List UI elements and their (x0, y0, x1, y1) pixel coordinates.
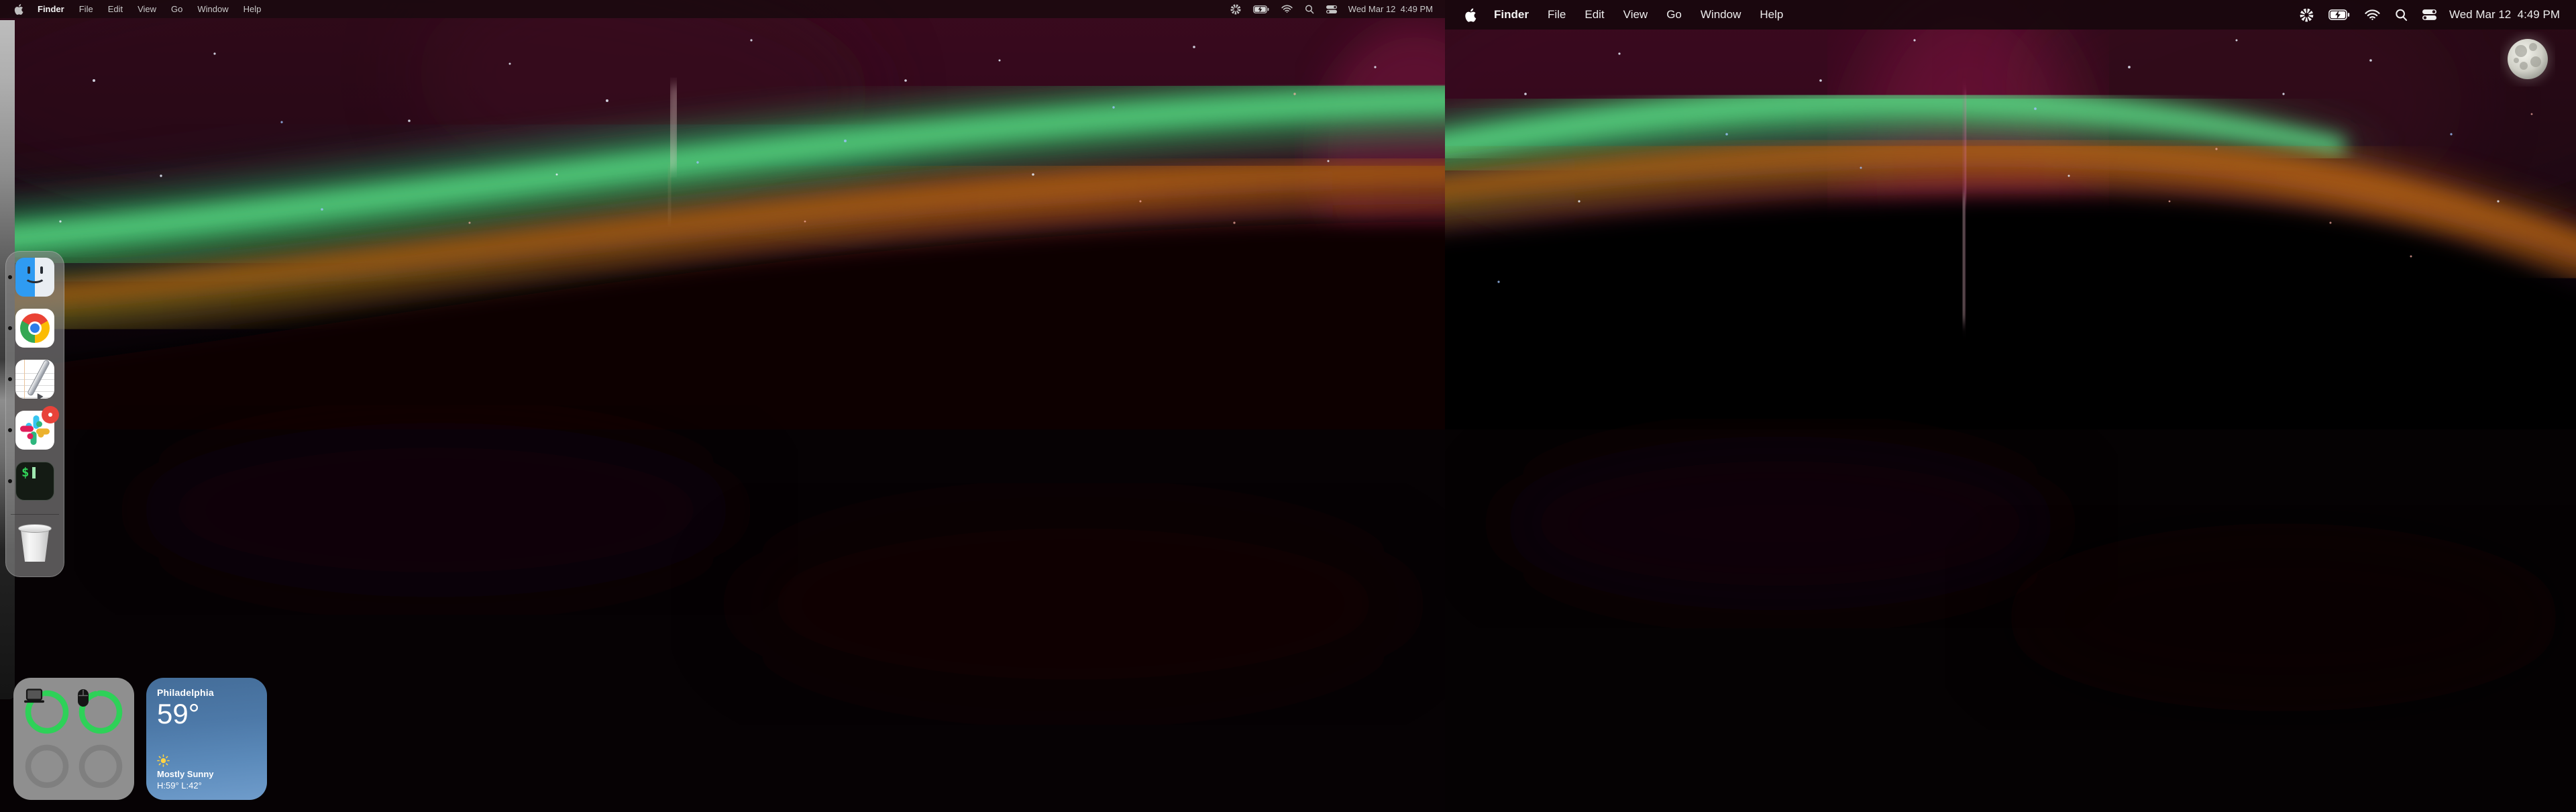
left-display: Finder File Edit View Go Window Help (0, 0, 1445, 812)
batteries-widget[interactable] (13, 678, 134, 800)
slack-notification-badge (42, 406, 59, 423)
control-center-icon[interactable] (1320, 5, 1343, 13)
terminal-icon: $ (15, 462, 54, 501)
menu-item-window[interactable]: Window (190, 4, 235, 14)
sun-icon (157, 754, 170, 767)
weather-widget[interactable]: Philadelphia 59° Mostly Sunny H:59° L:42… (146, 678, 267, 800)
running-indicator (8, 326, 12, 330)
terminal-prompt: $ (21, 465, 29, 480)
trash-icon (16, 524, 54, 563)
battery-ring-empty (23, 743, 70, 790)
chrome-icon (15, 309, 54, 348)
weather-high-low: H:59° L:42° (157, 780, 256, 791)
spotlight-search-icon[interactable] (1299, 5, 1320, 14)
terminal-cursor (32, 467, 36, 478)
sunburst-menu-icon[interactable] (1224, 4, 1247, 15)
battery-ring-mouse (77, 689, 124, 735)
apple-menu[interactable] (7, 3, 30, 15)
moon (2505, 36, 2551, 82)
menu-item-active-app[interactable]: Finder (30, 4, 72, 14)
dock-item-terminal[interactable]: $ (6, 462, 64, 501)
menu-bar-clock[interactable]: Wed Mar 12 4:49 PM (1343, 4, 1438, 14)
battery-ring-laptop (23, 689, 70, 735)
dock-item-chrome[interactable] (6, 309, 64, 348)
finder-icon (15, 258, 54, 297)
right-display: Finder File Edit View Go Window Help (1445, 0, 2576, 812)
desktop: Finder File Edit View Go Window Help (0, 0, 2576, 812)
menu-item-file[interactable]: File (1538, 8, 1575, 21)
dock-separator (11, 514, 59, 515)
dock-item-trash[interactable] (6, 524, 64, 563)
apple-logo-icon (13, 3, 23, 15)
slack-icon (15, 411, 54, 450)
menu-item-help[interactable]: Help (1750, 8, 1792, 21)
menu-item-go[interactable]: Go (164, 4, 190, 14)
menu-bar-left: Finder File Edit View Go Window Help (0, 0, 1445, 18)
menu-item-go[interactable]: Go (1657, 8, 1691, 21)
control-center-icon[interactable] (2415, 9, 2444, 20)
dock: $ (5, 251, 64, 577)
running-indicator (8, 275, 12, 279)
notes-icon (15, 360, 54, 399)
menu-item-window[interactable]: Window (1691, 8, 1750, 21)
menu-item-help[interactable]: Help (236, 4, 269, 14)
weather-condition: Mostly Sunny (157, 769, 256, 779)
weather-temperature: 59° (157, 699, 256, 729)
menu-item-view[interactable]: View (1614, 8, 1658, 21)
battery-charging-icon[interactable] (1247, 5, 1275, 13)
menu-bar-clock[interactable]: Wed Mar 12 4:49 PM (2444, 8, 2565, 21)
menu-item-edit[interactable]: Edit (101, 4, 130, 14)
dock-item-finder[interactable] (6, 258, 64, 297)
dock-item-slack[interactable] (6, 411, 64, 450)
aurora-wallpaper-right (1445, 0, 2576, 812)
dock-item-notes[interactable] (6, 360, 64, 399)
wifi-icon[interactable] (2357, 9, 2387, 21)
spotlight-search-icon[interactable] (2387, 9, 2415, 21)
menu-item-active-app[interactable]: Finder (1485, 8, 1538, 21)
battery-charging-icon[interactable] (2321, 9, 2357, 20)
menu-item-edit[interactable]: Edit (1575, 8, 1613, 21)
menu-item-view[interactable]: View (130, 4, 164, 14)
apple-logo-icon (1464, 7, 1477, 23)
weather-city: Philadelphia (157, 687, 256, 698)
laptop-icon (23, 689, 45, 705)
running-indicator (8, 377, 12, 381)
menu-bar-right: Finder File Edit View Go Window Help (1445, 0, 2576, 30)
running-indicator (8, 428, 12, 432)
sunburst-menu-icon[interactable] (2292, 8, 2321, 22)
wifi-icon[interactable] (1275, 5, 1299, 13)
running-indicator (8, 479, 12, 483)
mouse-icon (77, 689, 89, 707)
apple-menu[interactable] (1456, 7, 1485, 23)
battery-ring-empty (77, 743, 124, 790)
menu-item-file[interactable]: File (72, 4, 101, 14)
